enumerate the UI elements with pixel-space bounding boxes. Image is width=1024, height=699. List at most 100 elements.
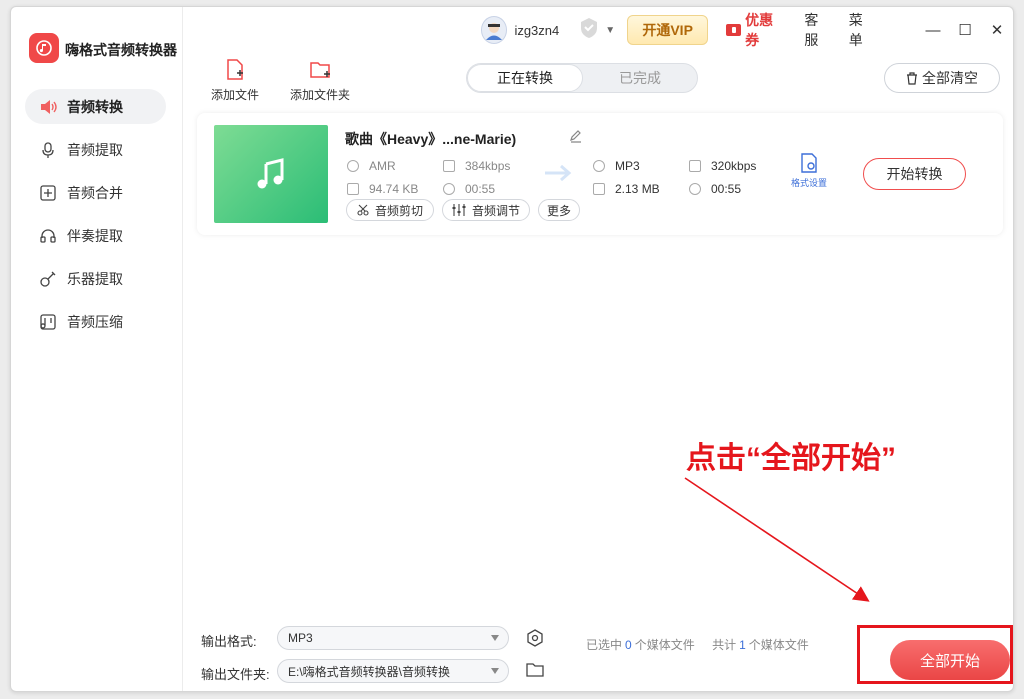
sidebar-item-audio-extract[interactable]: 音频提取 [25,132,166,167]
chevron-down-icon [491,635,499,641]
source-format-value: AMR [369,159,396,173]
audio-cut-button[interactable]: 音频剪切 [346,199,434,221]
avatar[interactable] [481,16,508,44]
sidebar-item-instrument[interactable]: 乐器提取 [25,261,166,296]
sidebar-item-compress[interactable]: 音频压缩 [25,304,166,339]
sidebar-item-accompaniment[interactable]: 伴奏提取 [25,218,166,253]
sidebar-nav: 音频转换 音频提取 音频合并 伴奏提取 乐器提取 音频压缩 [25,89,166,347]
source-bitrate: 384kbps [443,159,510,173]
format-settings-button[interactable]: 格式设置 [791,153,827,189]
speaker-icon [37,98,59,116]
audio-cut-label: 音频剪切 [374,203,423,218]
target-format-value: MP3 [615,159,640,173]
sidebar-item-label: 音频提取 [67,141,123,158]
window-controls: — ☐ ✕ [917,21,1013,40]
output-folder-select[interactable]: E:\嗨格式音频转换器\音频转换 [277,659,509,683]
merge-icon [37,184,59,202]
username[interactable]: izg3zn4 [514,23,559,38]
clock-icon [443,183,455,195]
vip-button[interactable]: 开通VIP [627,15,709,45]
sidebar-item-label: 音频合并 [67,184,123,201]
sidebar-item-label: 乐器提取 [67,270,123,287]
file-size-icon [593,183,605,195]
file-title: 歌曲《Heavy》...ne-Marie) [345,131,517,147]
add-file-button[interactable]: 添加文件 [211,59,259,103]
source-format: AMR [347,159,396,173]
target-bitrate-value: 320kbps [711,159,757,173]
sidebar-item-audio-merge[interactable]: 音频合并 [25,175,166,210]
app-window: 嗨格式音频转换器 音频转换 音频提取 音频合并 伴奏提取 乐器提取 音频压缩 i… [10,6,1014,692]
file-card: 歌曲《Heavy》...ne-Marie) AMR 384kbps 94.74 … [197,113,1003,235]
compress-icon [37,313,59,331]
equalizer-icon [452,204,466,216]
source-duration-value: 00:55 [465,182,496,196]
clear-all-label: 全部清空 [922,70,978,86]
selection-status: 已选中 0 个媒体文件 共计 1 个媒体文件 [586,636,809,653]
target-bitrate: 320kbps [689,159,756,173]
shield-icon [577,16,601,45]
start-convert-button[interactable]: 开始转换 [863,158,966,190]
sidebar-item-audio-convert[interactable]: 音频转换 [25,89,166,124]
ticket-icon [726,24,742,36]
menu-link[interactable]: 菜单 [849,10,875,50]
folder-icon[interactable] [526,662,544,683]
more-button[interactable]: 更多 [538,199,580,221]
total-prefix: 共计 [712,638,737,652]
source-size-value: 94.74 KB [369,182,419,196]
app-logo-icon [29,33,59,63]
output-format-value: MP3 [288,631,313,645]
tab-done[interactable]: 已完成 [583,64,697,92]
format-icon [593,160,605,172]
target-duration: 00:55 [689,182,741,196]
output-folder-label: 输出文件夹: [201,667,270,682]
target-duration-value: 00:55 [711,182,742,196]
close-icon[interactable]: ✕ [981,21,1013,39]
source-size: 94.74 KB [347,182,418,196]
music-thumbnail [214,125,328,223]
coupon-link[interactable]: 优惠券 [726,10,784,50]
settings-gear-icon[interactable] [526,629,544,652]
output-format-select[interactable]: MP3 [277,626,509,650]
selected-suffix: 个媒体文件 [634,638,695,652]
annotation-text: 点击“全部开始” [686,442,896,475]
music-note-icon [257,158,284,189]
chevron-down-icon: ▼ [605,24,616,36]
maximize-icon[interactable]: ☐ [949,21,981,39]
title-bar: izg3zn4 ▼ 开通VIP 优惠券 客服 菜单 — ☐ ✕ [481,10,1013,50]
format-icon [347,160,359,172]
mic-icon [37,141,59,159]
total-count: 1 [739,638,746,652]
guitar-icon [37,270,59,288]
coupon-label: 优惠券 [745,12,774,48]
service-link[interactable]: 客服 [804,10,830,50]
app-name: 嗨格式音频转换器 [65,42,177,58]
account-dropdown[interactable]: ▼ [577,16,615,45]
status-tabs: 正在转换 已完成 [466,63,698,93]
output-folder-value: E:\嗨格式音频转换器\音频转换 [288,664,451,679]
headset-icon [37,227,59,245]
format-settings-label: 格式设置 [791,178,828,188]
target-size-value: 2.13 MB [615,182,660,196]
sidebar-item-label: 音频压缩 [67,313,123,330]
add-folder-label: 添加文件夹 [290,88,351,102]
format-settings-icon [801,153,817,173]
clear-all-button[interactable]: 全部清空 [884,63,1000,93]
bitrate-icon [689,160,701,172]
add-folder-button[interactable]: 添加文件夹 [290,59,350,103]
edit-icon[interactable] [569,129,583,148]
total-suffix: 个媒体文件 [748,638,809,652]
selected-count: 0 [625,638,632,652]
convert-arrow-icon [543,163,575,188]
selected-prefix: 已选中 [586,638,623,652]
source-duration: 00:55 [443,182,495,196]
clock-icon [689,183,701,195]
audio-adjust-label: 音频调节 [471,203,520,218]
add-file-label: 添加文件 [211,88,260,102]
tab-converting[interactable]: 正在转换 [467,64,583,92]
minimize-icon[interactable]: — [917,22,949,39]
audio-adjust-button[interactable]: 音频调节 [442,199,530,221]
sidebar-item-label: 伴奏提取 [67,227,123,244]
source-bitrate-value: 384kbps [465,159,511,173]
file-size-icon [347,183,359,195]
sidebar-item-label: 音频转换 [67,98,123,115]
